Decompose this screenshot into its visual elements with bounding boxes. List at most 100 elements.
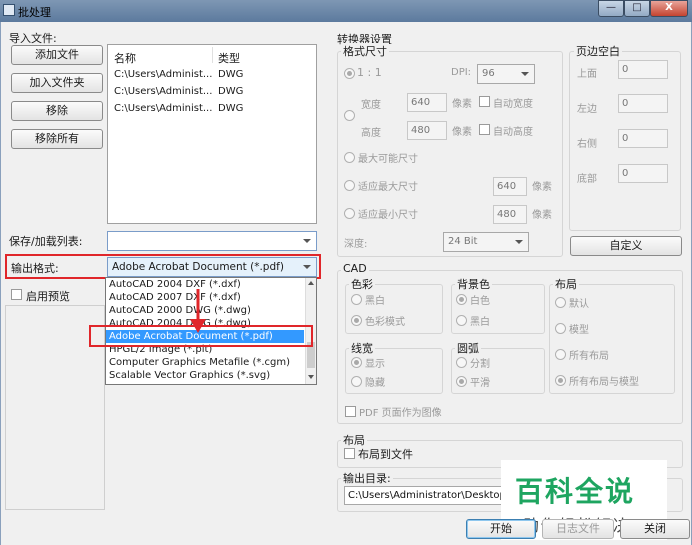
- batch-dialog: 导入文件: 添加文件 加入文件夹 移除 移除所有 名称 类型 C:\Users\…: [0, 22, 692, 545]
- file-name[interactable]: C:\Users\Administ...: [114, 69, 212, 80]
- minimize-button[interactable]: —: [598, 0, 624, 17]
- arc-title: 圆弧: [455, 340, 481, 356]
- close-button[interactable]: 关闭: [620, 519, 690, 539]
- file-name[interactable]: C:\Users\Administ...: [114, 86, 212, 97]
- layout-to-file-checkbox[interactable]: [344, 448, 355, 459]
- app-icon: [3, 4, 15, 16]
- chevron-down-icon: [303, 265, 311, 269]
- layout-default-label: 默认: [569, 299, 589, 310]
- max-size-label: 最大可能尺寸: [358, 154, 418, 165]
- annotation-arrow-icon: [190, 289, 206, 333]
- depth-label: 深度:: [344, 239, 368, 250]
- column-header-type[interactable]: 类型: [218, 50, 240, 66]
- chevron-down-icon: [303, 239, 311, 243]
- output-format-value: Adobe Acrobat Document (*.pdf): [112, 261, 284, 273]
- layout-model-radio[interactable]: [555, 323, 566, 334]
- fit-max-label: 适应最大尺寸: [358, 182, 418, 193]
- depth-value: 24 Bit: [448, 236, 478, 247]
- dpi-value: 96: [482, 68, 495, 79]
- auto-width-checkbox[interactable]: [479, 96, 490, 107]
- pdf-as-image-checkbox[interactable]: [345, 406, 356, 417]
- height-input[interactable]: 480: [407, 121, 447, 140]
- output-format-label: 输出格式:: [11, 262, 59, 275]
- arc-smooth-label: 平滑: [470, 378, 490, 389]
- arc-smooth-radio[interactable]: [456, 376, 467, 387]
- custom-size-radio[interactable]: [344, 110, 355, 121]
- width-unit: 像素: [452, 99, 472, 110]
- preview-checkbox[interactable]: [11, 289, 22, 300]
- width-input[interactable]: 640: [407, 93, 447, 112]
- lineweight-hide-label: 隐藏: [365, 378, 385, 389]
- margin-right-input[interactable]: 0: [618, 129, 668, 148]
- layout-all-radio[interactable]: [555, 349, 566, 360]
- file-type[interactable]: DWG: [218, 103, 243, 114]
- window-title: 批处理: [18, 6, 51, 19]
- ratio-label: 1 : 1: [357, 66, 382, 79]
- bg-white-radio[interactable]: [456, 294, 467, 305]
- margin-bottom-input[interactable]: 0: [618, 164, 668, 183]
- maximize-button[interactable]: □: [624, 0, 650, 17]
- margin-top-label: 上面: [577, 69, 597, 80]
- margin-top-input[interactable]: 0: [618, 60, 668, 79]
- depth-select[interactable]: 24 Bit: [443, 232, 529, 252]
- margins-title: 页边空白: [574, 43, 622, 59]
- remove-button[interactable]: 移除: [11, 101, 103, 121]
- file-type[interactable]: DWG: [218, 69, 243, 80]
- ratio-radio[interactable]: [344, 68, 355, 79]
- file-list[interactable]: 名称 类型 C:\Users\Administ... DWG C:\Users\…: [107, 44, 317, 224]
- auto-width-label: 自动宽度: [493, 99, 533, 110]
- custom-margins-button[interactable]: 自定义: [570, 236, 682, 256]
- height-unit: 像素: [452, 127, 472, 138]
- max-size-radio[interactable]: [344, 152, 355, 163]
- color-title: 色彩: [349, 276, 375, 292]
- window-close-button[interactable]: X: [650, 0, 688, 17]
- format-option[interactable]: Computer Graphics Metafile (*.cgm): [106, 356, 304, 369]
- auto-height-checkbox[interactable]: [479, 124, 490, 135]
- output-format-select[interactable]: Adobe Acrobat Document (*.pdf): [107, 257, 317, 277]
- column-header-name[interactable]: 名称: [114, 50, 136, 66]
- scroll-down-icon[interactable]: [308, 375, 314, 379]
- bg-white-label: 白色: [470, 296, 490, 307]
- fit-max-unit: 像素: [532, 182, 552, 193]
- fit-max-radio[interactable]: [344, 180, 355, 191]
- fit-min-label: 适应最小尺寸: [358, 210, 418, 221]
- preview-label: 启用预览: [26, 290, 70, 303]
- add-file-button[interactable]: 添加文件: [11, 45, 103, 65]
- margin-left-input[interactable]: 0: [618, 94, 668, 113]
- watermark-title: 百科全说: [515, 475, 636, 508]
- chevron-down-icon: [521, 72, 529, 76]
- remove-all-button[interactable]: 移除所有: [11, 129, 103, 149]
- file-name[interactable]: C:\Users\Administ...: [114, 103, 212, 114]
- format-option[interactable]: Scalable Vector Graphics (*.svg): [106, 369, 304, 382]
- layout-model-label: 模型: [569, 325, 589, 336]
- lineweight-hide-radio[interactable]: [351, 376, 362, 387]
- background-title: 背景色: [455, 276, 492, 292]
- color-bw-label: 黑白: [365, 296, 385, 307]
- format-size-title: 格式尺寸: [341, 43, 389, 59]
- save-load-label: 保存/加载列表:: [9, 235, 83, 248]
- layout-options-title: 布局: [553, 276, 579, 292]
- fit-max-input[interactable]: 640: [493, 177, 527, 196]
- bg-bw-radio[interactable]: [456, 315, 467, 326]
- title-bar: 批处理 — □ X: [0, 0, 692, 22]
- file-type[interactable]: DWG: [218, 86, 243, 97]
- color-mode-radio[interactable]: [351, 315, 362, 326]
- layout-all-model-label: 所有布局与模型: [569, 377, 639, 388]
- add-folder-button[interactable]: 加入文件夹: [11, 73, 103, 93]
- save-load-select[interactable]: [107, 231, 317, 251]
- scroll-up-icon[interactable]: [308, 281, 314, 285]
- margin-bottom-label: 底部: [577, 174, 597, 185]
- arc-split-radio[interactable]: [456, 357, 467, 368]
- fit-min-input[interactable]: 480: [493, 205, 527, 224]
- import-files-label: 导入文件:: [9, 32, 57, 45]
- color-bw-radio[interactable]: [351, 294, 362, 305]
- lineweight-show-radio[interactable]: [351, 357, 362, 368]
- dpi-select[interactable]: 96: [477, 64, 535, 84]
- layout-all-model-radio[interactable]: [555, 375, 566, 386]
- layout-default-radio[interactable]: [555, 297, 566, 308]
- fit-min-radio[interactable]: [344, 208, 355, 219]
- height-label: 高度: [361, 128, 381, 139]
- log-file-button[interactable]: 日志文件: [542, 519, 614, 539]
- start-button[interactable]: 开始: [466, 519, 536, 539]
- color-mode-label: 色彩模式: [365, 317, 405, 328]
